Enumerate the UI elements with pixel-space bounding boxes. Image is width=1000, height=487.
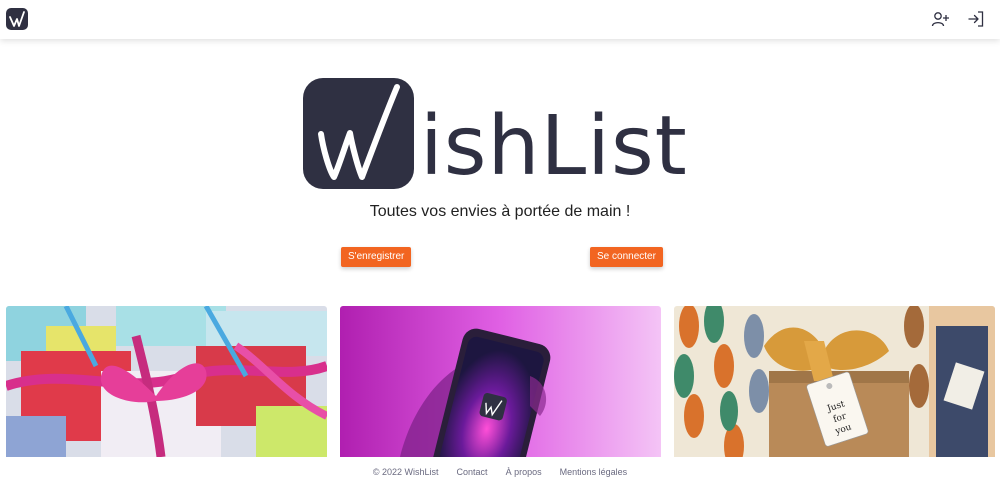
register-button[interactable]: S'enregistrer	[341, 247, 412, 267]
top-navbar	[0, 0, 1000, 39]
footer-link-contact[interactable]: Contact	[457, 467, 488, 477]
gift-boxes-image	[6, 306, 327, 457]
logo-wordmark: ishList	[420, 99, 688, 194]
footer-link-about[interactable]: À propos	[506, 467, 542, 477]
footer: © 2022 WishList Contact À propos Mention…	[0, 457, 1000, 487]
footer-link-legal[interactable]: Mentions légales	[560, 467, 628, 477]
footer-copyright: © 2022 WishList	[372, 467, 439, 477]
hero-logo: ishList	[303, 78, 703, 193]
w-logo-icon	[9, 11, 25, 27]
login-button[interactable]: Se connecter	[590, 247, 663, 267]
hero-tagline: Toutes vos envies à portée de main !	[369, 203, 631, 220]
gift-bag-image: Just for you	[674, 306, 995, 457]
logo-w-box	[303, 78, 414, 189]
sign-in-icon[interactable]	[967, 10, 985, 28]
w-logo-icon	[318, 84, 400, 180]
phone-app-image	[340, 306, 661, 457]
nav-logo[interactable]	[6, 8, 28, 30]
user-plus-icon[interactable]	[931, 10, 949, 28]
